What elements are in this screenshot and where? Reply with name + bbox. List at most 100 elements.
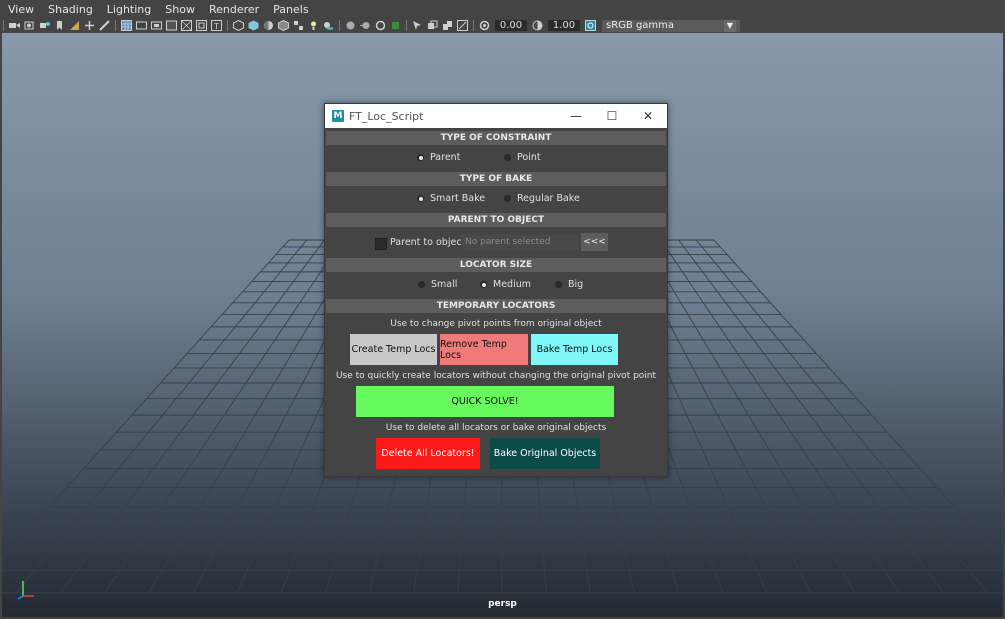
menu-renderer[interactable]: Renderer: [201, 3, 265, 16]
grid-line: [695, 239, 989, 594]
hint-delete-bake: Use to delete all locators or bake origi…: [385, 423, 607, 433]
radio-label: Parent: [430, 152, 461, 163]
toolbar-separator: [3, 20, 4, 31]
textured-icon[interactable]: [293, 20, 304, 31]
use-all-lights-icon[interactable]: [308, 20, 319, 31]
exposure-field[interactable]: 0.00: [495, 20, 527, 31]
panel-toolbar: T 0.00 1.00 sRGB gamma ▼: [0, 18, 1005, 33]
pick-parent-button[interactable]: <<<: [581, 233, 608, 251]
radio-dot-selected: [480, 281, 487, 288]
grease-pencil-icon[interactable]: [99, 20, 110, 31]
motion-blur-icon[interactable]: [360, 20, 371, 31]
radio-size-big[interactable]: Big: [555, 279, 583, 290]
radio-dot: [504, 195, 511, 202]
grid-line: [660, 239, 900, 594]
radio-bake-smart[interactable]: Smart Bake: [417, 193, 485, 204]
field-chart-icon[interactable]: [181, 20, 192, 31]
grid-line: [642, 239, 856, 594]
color-space-dropdown[interactable]: sRGB gamma ▼: [602, 19, 740, 32]
maximize-icon[interactable]: ☐: [594, 104, 630, 128]
resolution-gate-icon[interactable]: [151, 20, 162, 31]
remove-temp-locs-button[interactable]: Remove Temp Locs: [440, 334, 528, 365]
xray-active-components-icon[interactable]: [442, 20, 453, 31]
radio-dot: [555, 281, 562, 288]
parent-to-object-label: Parent to object: [390, 237, 466, 248]
delete-all-locators-button[interactable]: Delete All Locators!: [376, 438, 480, 469]
bookmark-camera-icon[interactable]: [39, 20, 50, 31]
safe-action-icon[interactable]: [196, 20, 207, 31]
grid-line: [2, 239, 290, 561]
bookmark-icon[interactable]: [54, 20, 65, 31]
parent-object-field[interactable]: No parent selected: [461, 234, 579, 250]
radio-label: Medium: [493, 279, 531, 290]
parent-to-object-checkbox[interactable]: [375, 238, 387, 250]
toolbar-separator: [115, 20, 116, 31]
svg-text:T: T: [213, 22, 219, 31]
gamma-icon[interactable]: [532, 20, 543, 31]
radio-size-medium[interactable]: Medium: [480, 279, 531, 290]
radio-label: Small: [431, 279, 458, 290]
minimize-icon[interactable]: —: [558, 104, 594, 128]
default-material-icon[interactable]: [263, 20, 274, 31]
window-titlebar[interactable]: M FT_Loc_Script — ☐ ✕: [325, 104, 667, 128]
image-plane-icon[interactable]: [69, 20, 80, 31]
radio-label: Point: [517, 152, 541, 163]
isolate-select-icon[interactable]: [412, 20, 423, 31]
bake-header: TYPE OF BAKE: [326, 172, 666, 186]
2d-pan-zoom-icon[interactable]: [84, 20, 95, 31]
menu-show[interactable]: Show: [157, 3, 201, 16]
toolbar-separator: [473, 20, 474, 31]
gamma-field[interactable]: 1.00: [548, 20, 580, 31]
radio-dot: [504, 154, 511, 161]
chevron-down-icon[interactable]: ▼: [724, 19, 736, 32]
hint-change-pivot: Use to change pivot points from original…: [390, 319, 602, 329]
menu-shading[interactable]: Shading: [40, 3, 99, 16]
bake-temp-locs-button[interactable]: Bake Temp Locs: [531, 334, 618, 365]
depth-of-field-icon[interactable]: [390, 20, 401, 31]
wireframe-icon[interactable]: [233, 19, 244, 32]
camera-icon[interactable]: [9, 20, 20, 31]
hint-quick-solve: Use to quickly create locators without c…: [335, 371, 657, 381]
grid-toggle-icon[interactable]: [121, 20, 132, 31]
grid-line: [713, 239, 1003, 562]
anti-aliasing-icon[interactable]: [375, 20, 386, 31]
xray-icon[interactable]: [427, 20, 438, 31]
temp-locators-header: TEMPORARY LOCATORS: [326, 299, 666, 313]
radio-label: Big: [568, 279, 584, 290]
radio-size-small[interactable]: Small: [418, 279, 457, 290]
radio-dot-selected: [417, 154, 424, 161]
screen-space-ao-icon[interactable]: [345, 20, 356, 31]
grid-line: [104, 239, 343, 594]
radio-constraint-parent[interactable]: Parent: [417, 152, 460, 163]
window-title: FT_Loc_Script: [349, 109, 424, 123]
camera-label: persp: [488, 599, 517, 609]
locator-size-header: LOCATOR SIZE: [326, 258, 666, 272]
radio-label: Regular Bake: [517, 193, 580, 204]
radio-dot: [418, 281, 425, 288]
menu-panels[interactable]: Panels: [265, 3, 314, 16]
safe-title-icon[interactable]: T: [211, 20, 222, 31]
xray-joints-icon[interactable]: [457, 20, 468, 31]
menu-view[interactable]: View: [0, 3, 40, 16]
constraint-header: TYPE OF CONSTRAINT: [326, 131, 666, 145]
radio-constraint-point[interactable]: Point: [504, 152, 541, 163]
maya-app-icon: M: [332, 110, 344, 122]
quick-solve-button[interactable]: QUICK SOLVE!: [356, 386, 614, 417]
wireframe-on-shaded-icon[interactable]: [278, 19, 289, 32]
camera-attributes-icon[interactable]: [24, 20, 35, 31]
parent-header: PARENT TO OBJECT: [326, 213, 666, 227]
toolbar-separator: [339, 20, 340, 31]
menu-lighting[interactable]: Lighting: [99, 3, 157, 16]
film-gate-icon[interactable]: [136, 20, 147, 31]
radio-bake-regular[interactable]: Regular Bake: [504, 193, 580, 204]
color-management-icon[interactable]: [585, 20, 596, 31]
bake-original-objects-button[interactable]: Bake Original Objects: [490, 438, 600, 469]
create-temp-locs-button[interactable]: Create Temp Locs: [350, 334, 437, 365]
panel-menubar: View Shading Lighting Show Renderer Pane…: [0, 0, 1005, 18]
smooth-shade-icon[interactable]: [248, 20, 259, 31]
toolbar-separator: [406, 20, 407, 31]
exposure-icon[interactable]: [479, 20, 490, 31]
shadows-icon[interactable]: [323, 20, 334, 31]
close-icon[interactable]: ✕: [630, 104, 666, 128]
gate-mask-icon[interactable]: [166, 20, 177, 31]
